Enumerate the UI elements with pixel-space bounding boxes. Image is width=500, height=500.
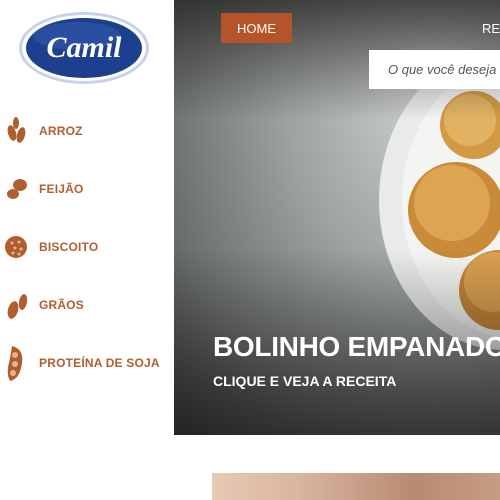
nav-receitas-button[interactable]: REC [482, 13, 500, 43]
search-input[interactable] [369, 50, 500, 89]
sidebar-item-label: BISCOITO [39, 240, 99, 254]
logo-wordmark: Camil [46, 31, 122, 64]
secondary-banner-image[interactable] [212, 473, 500, 500]
sidebar-item-graos[interactable]: GRÃOS [0, 285, 174, 325]
sidebar-item-proteina-de-soja[interactable]: PROTEÍNA DE SOJA [0, 343, 174, 383]
camil-logo[interactable]: Camil [17, 10, 151, 86]
rice-grains-icon [3, 116, 31, 146]
sidebar-item-label: GRÃOS [39, 298, 85, 312]
sidebar: Camil ARROZ FEIJÃO BISCOITO GRÃOS PROTEÍ… [0, 0, 174, 500]
sidebar-item-label: ARROZ [39, 124, 83, 138]
nav-home-button[interactable]: HOME [221, 13, 292, 43]
sidebar-item-feijao[interactable]: FEIJÃO [0, 169, 174, 209]
hero-title: BOLINHO EMPANADO [213, 331, 500, 362]
sidebar-item-arroz[interactable]: ARROZ [0, 111, 174, 151]
hero-cta-link[interactable]: CLIQUE E VEJA A RECEITA [213, 373, 396, 389]
cookie-icon [3, 232, 31, 262]
bean-icon [3, 174, 31, 204]
sidebar-item-label: PROTEÍNA DE SOJA [39, 356, 160, 370]
sidebar-item-biscoito[interactable]: BISCOITO [0, 227, 174, 267]
soy-pod-icon [3, 343, 31, 383]
grains-icon [3, 290, 31, 320]
sidebar-item-label: FEIJÃO [39, 182, 84, 196]
